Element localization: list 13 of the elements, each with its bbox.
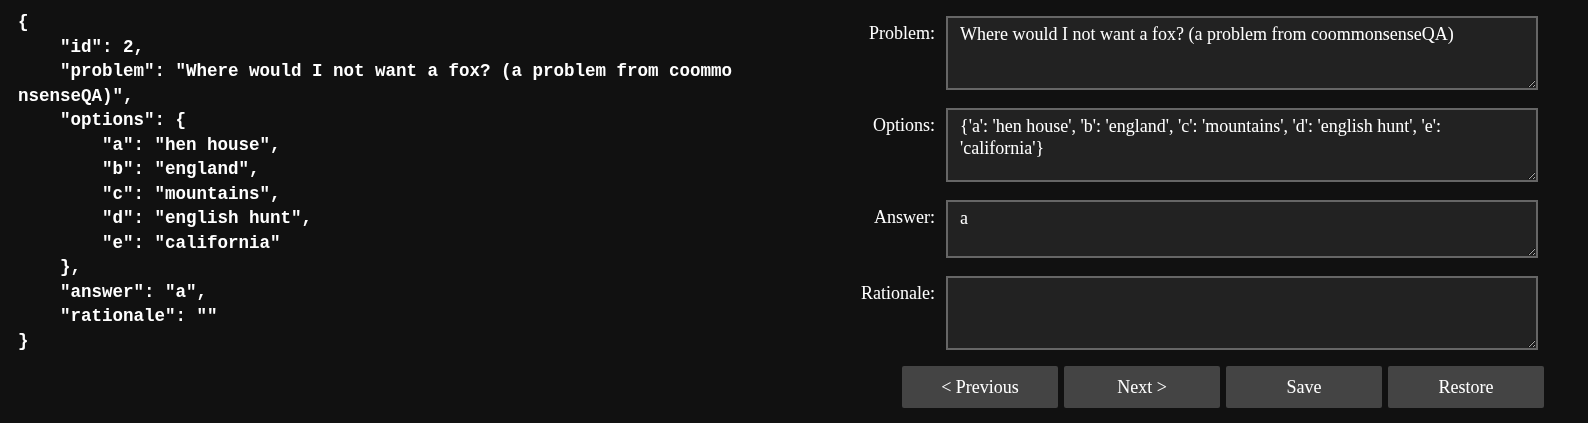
- json-code: { "id": 2, "problem": "Where would I not want a fox? (a problem from coommonsenseQA)", "options": { "a": "hen house", "b": "england", "c": "mountains", "d": "english hunt", "e": "california" }, "answer": "a", "rationale": "" }: [18, 11, 734, 353]
- text-area[interactable]: Where would I not want a fox? (a problem from coommonsenseQA): [946, 16, 1538, 90]
- field-label: Options:: [872, 114, 936, 137]
- text-area[interactable]: [946, 276, 1538, 350]
- form-button[interactable]: Save: [1226, 366, 1382, 408]
- field-label: Rationale:: [860, 282, 936, 305]
- text-area[interactable]: {'a': 'hen house', 'b': 'england', 'c': 'mountains', 'd': 'english hunt', 'e': 'california'}: [946, 108, 1538, 182]
- form-button[interactable]: Restore: [1388, 366, 1544, 408]
- text-area[interactable]: a: [946, 200, 1538, 258]
- form-button[interactable]: < Previous: [902, 366, 1058, 408]
- field-label: Answer:: [873, 206, 936, 229]
- form-button[interactable]: Next >: [1064, 366, 1220, 408]
- field-label: Problem:: [868, 22, 936, 45]
